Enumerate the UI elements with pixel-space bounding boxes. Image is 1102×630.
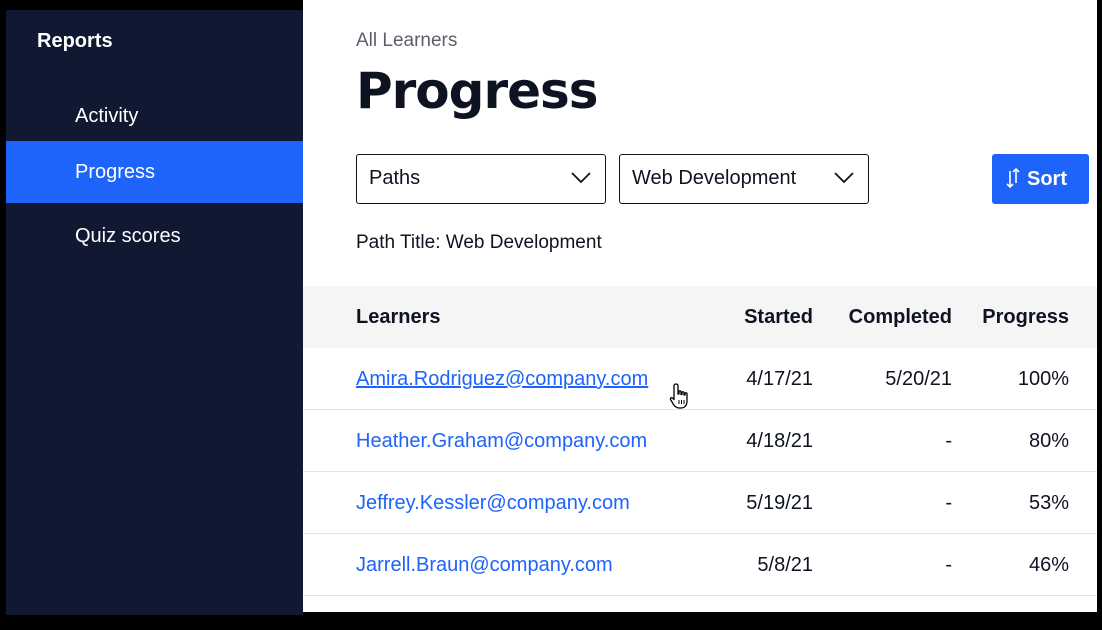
chevron-down-icon: [834, 172, 854, 184]
started-date: 5/19/21: [746, 492, 813, 514]
progress-percent: 46%: [1028, 554, 1069, 576]
learner-email-link[interactable]: Jarrell.Braun@company.com: [356, 534, 613, 596]
sidebar-item-activity[interactable]: Activity: [6, 85, 303, 147]
learner-email-link[interactable]: Heather.Graham@company.com: [356, 410, 647, 472]
sidebar-item-progress[interactable]: Progress: [6, 141, 303, 203]
sort-button[interactable]: Sort: [992, 154, 1089, 204]
path-title: Path Title: Web Development: [356, 232, 602, 253]
table-header: Learners Started Completed Progress: [303, 286, 1097, 348]
sidebar-header-reports: Reports: [37, 30, 113, 52]
sidebar: Reports Activity Progress Quiz scores: [6, 10, 303, 615]
started-date: 4/18/21: [746, 430, 813, 452]
table-row: Amira.Rodriguez@company.com 4/17/21 5/20…: [303, 348, 1097, 410]
chevron-down-icon: [571, 172, 591, 184]
path-select[interactable]: Web Development: [619, 154, 869, 204]
started-date: 4/17/21: [746, 368, 813, 390]
column-header-started[interactable]: Started: [744, 286, 813, 348]
progress-percent: 80%: [1028, 430, 1069, 452]
progress-percent: 100%: [1017, 368, 1069, 390]
column-header-progress[interactable]: Progress: [982, 286, 1069, 348]
breadcrumb[interactable]: All Learners: [356, 30, 457, 52]
path-select-value: Web Development: [632, 167, 797, 189]
column-header-learners[interactable]: Learners: [356, 286, 441, 348]
page-title: Progress: [356, 62, 599, 120]
learner-email-link[interactable]: Jeffrey.Kessler@company.com: [356, 472, 630, 534]
learner-email-link[interactable]: Amira.Rodriguez@company.com: [356, 348, 648, 410]
main-panel: All Learners Progress Paths Web Developm…: [303, 0, 1097, 612]
sort-button-label: Sort: [1027, 168, 1067, 190]
completed-date: 5/20/21: [885, 368, 952, 390]
completed-date: -: [945, 430, 952, 452]
sort-icon: [1006, 167, 1020, 189]
type-select-value: Paths: [369, 167, 421, 189]
sidebar-item-quiz-scores[interactable]: Quiz scores: [6, 205, 303, 267]
type-select[interactable]: Paths: [356, 154, 606, 204]
table-row: Jeffrey.Kessler@company.com 5/19/21 - 53…: [303, 472, 1097, 534]
completed-date: -: [945, 492, 952, 514]
table-row: Heather.Graham@company.com 4/18/21 - 80%: [303, 410, 1097, 472]
progress-percent: 53%: [1028, 492, 1069, 514]
completed-date: -: [945, 554, 952, 576]
started-date: 5/8/21: [757, 554, 813, 576]
column-header-completed[interactable]: Completed: [849, 286, 952, 348]
table-row: Jarrell.Braun@company.com 5/8/21 - 46%: [303, 534, 1097, 596]
hand-pointer-icon: [669, 383, 688, 409]
